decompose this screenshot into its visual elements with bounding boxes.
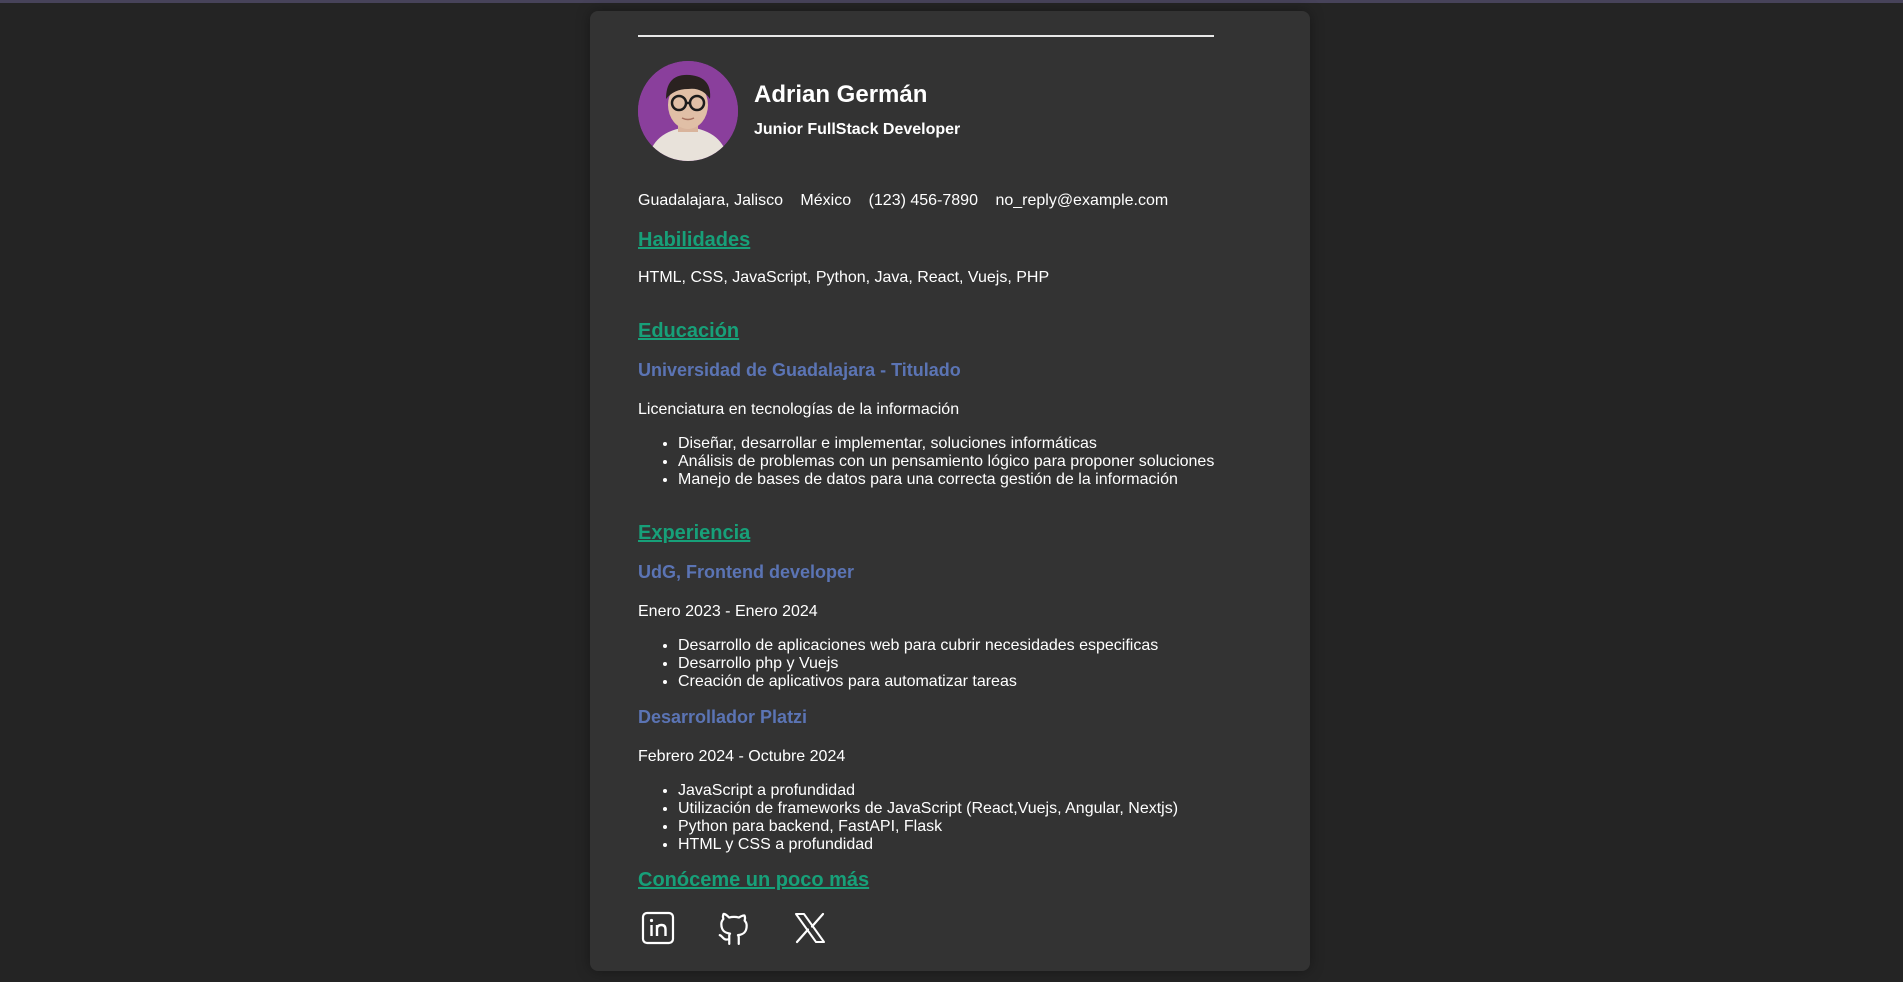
list-item: HTML y CSS a profundidad bbox=[678, 836, 1178, 854]
experience-title[interactable]: Experiencia bbox=[638, 522, 750, 545]
x-twitter-link[interactable] bbox=[790, 908, 830, 948]
education-school: Universidad de Guadalajara - Titulado bbox=[638, 360, 961, 380]
contact-city: Guadalajara, Jalisco bbox=[638, 192, 783, 209]
education-degree: Licenciatura en tecnologías de la inform… bbox=[638, 401, 960, 418]
job-period: Febrero 2024 - Octubre 2024 bbox=[638, 748, 846, 765]
linkedin-link[interactable] bbox=[638, 908, 678, 948]
job-position: Desarrollador Platzi bbox=[638, 707, 808, 727]
list-item: Desarrollo php y Vuejs bbox=[678, 655, 1158, 673]
education-title[interactable]: Educación bbox=[638, 320, 739, 343]
job-position: UdG, Frontend developer bbox=[638, 562, 855, 582]
list-item: Desarrollo de aplicaciones web para cubr… bbox=[678, 637, 1158, 655]
contact-info: Guadalajara, Jalisco México (123) 456-78… bbox=[638, 192, 1181, 210]
list-item: Manejo de bases de datos para una correc… bbox=[678, 471, 1214, 489]
github-icon bbox=[718, 912, 748, 945]
github-link[interactable] bbox=[714, 908, 754, 948]
more-title[interactable]: Conóceme un poco más bbox=[638, 869, 869, 892]
job-points: Desarrollo de aplicaciones web para cubr… bbox=[638, 637, 1158, 691]
list-item: Utilización de frameworks de JavaScript … bbox=[678, 800, 1178, 818]
profile-name: Adrian Germán bbox=[754, 81, 928, 108]
list-item: JavaScript a profundidad bbox=[678, 782, 1178, 800]
job-points: JavaScript a profundidad Utilización de … bbox=[638, 782, 1178, 854]
list-item: Creación de aplicativos para automatizar… bbox=[678, 673, 1158, 691]
skills-list: HTML, CSS, JavaScript, Python, Java, Rea… bbox=[638, 269, 1050, 286]
resume-card: Adrian Germán Junior FullStack Developer… bbox=[590, 11, 1310, 971]
linkedin-icon bbox=[641, 911, 675, 945]
profile-role: Junior FullStack Developer bbox=[754, 121, 961, 138]
avatar bbox=[638, 61, 738, 161]
contact-phone: (123) 456-7890 bbox=[868, 192, 978, 209]
window-top-border bbox=[0, 0, 1903, 3]
contact-country: México bbox=[800, 192, 852, 209]
list-item: Diseñar, desarrollar e implementar, solu… bbox=[678, 435, 1214, 453]
x-twitter-icon bbox=[795, 912, 825, 944]
education-points: Diseñar, desarrollar e implementar, solu… bbox=[638, 435, 1214, 489]
contact-email: no_reply@example.com bbox=[995, 192, 1169, 209]
avatar-portrait bbox=[638, 61, 738, 161]
divider bbox=[638, 35, 1214, 37]
job-period: Enero 2023 - Enero 2024 bbox=[638, 603, 818, 620]
skills-title[interactable]: Habilidades bbox=[638, 229, 750, 252]
list-item: Python para backend, FastAPI, Flask bbox=[678, 818, 1178, 836]
list-item: Análisis de problemas con un pensamiento… bbox=[678, 453, 1214, 471]
